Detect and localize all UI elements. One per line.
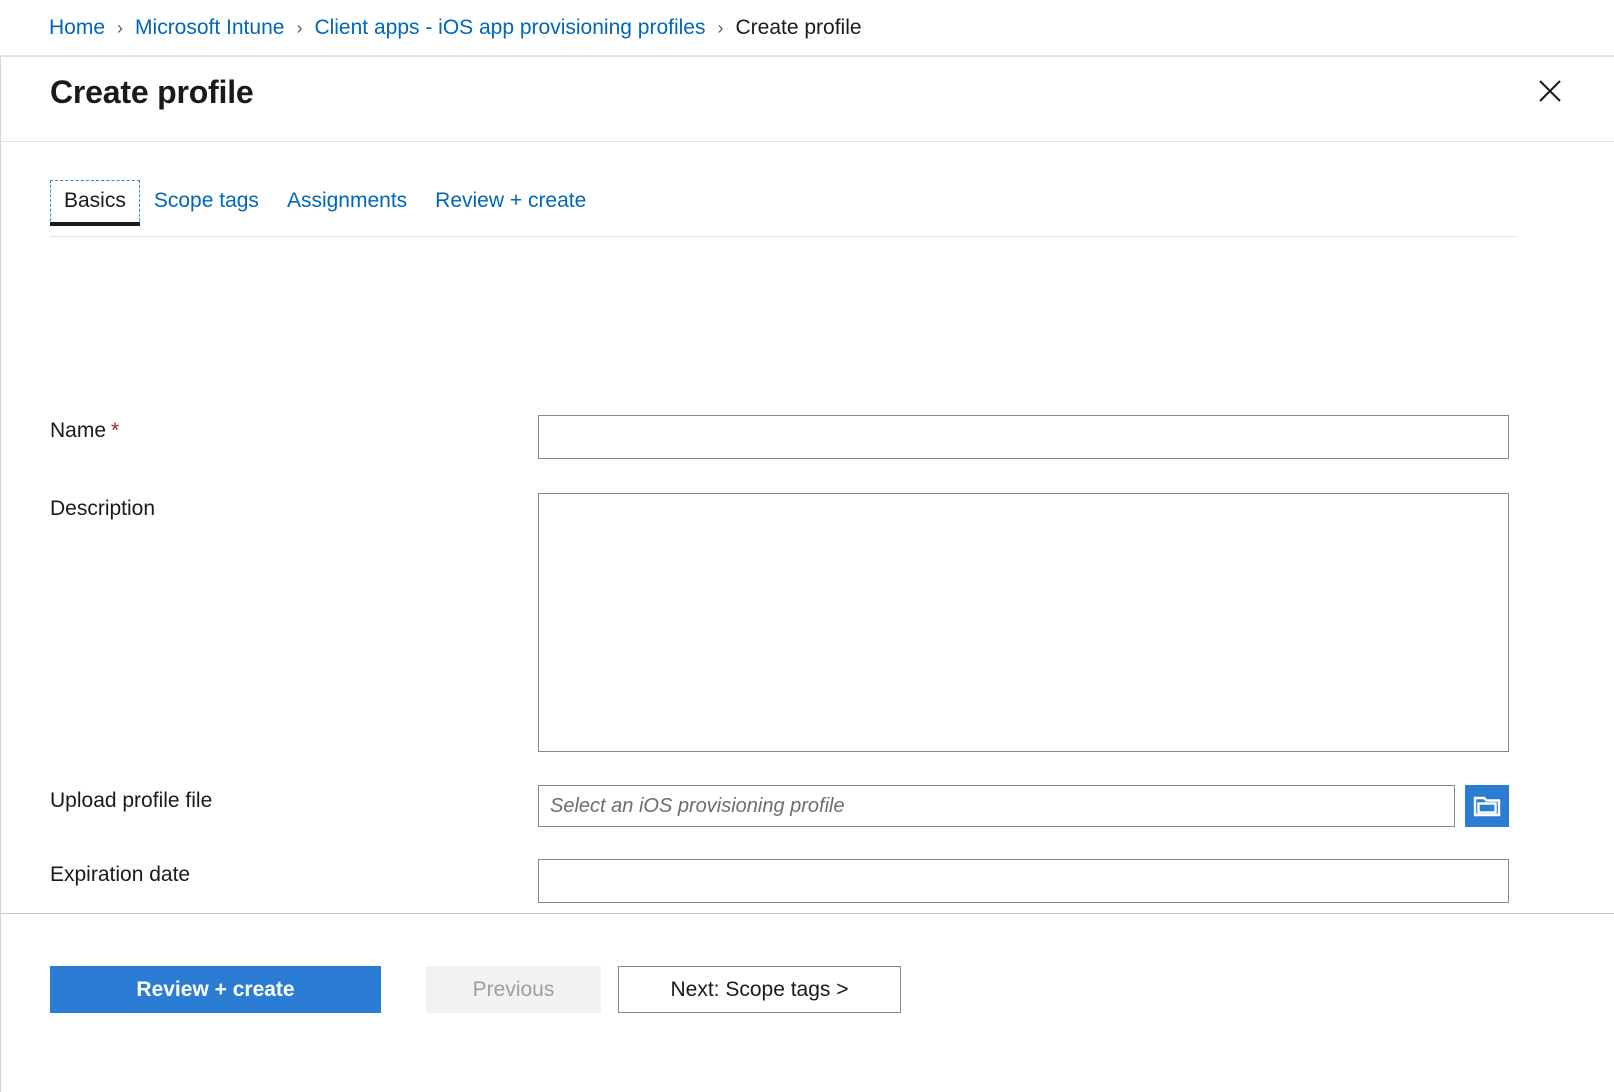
name-label-text: Name	[50, 419, 106, 442]
breadcrumb-item-create-profile: Create profile	[735, 17, 861, 38]
tab-scope-tags[interactable]: Scope tags	[140, 180, 273, 226]
breadcrumb-separator-icon: ›	[296, 19, 302, 37]
breadcrumb-separator-icon: ›	[717, 19, 723, 37]
review-create-button[interactable]: Review + create	[50, 966, 381, 1013]
breadcrumb-item-microsoft-intune[interactable]: Microsoft Intune	[135, 17, 284, 38]
folder-icon	[1473, 794, 1501, 818]
wizard-tabs: Basics Scope tags Assignments Review + c…	[50, 180, 1517, 237]
breadcrumb: Home › Microsoft Intune › Client apps - …	[0, 0, 1614, 56]
blade-header: Create profile	[1, 57, 1614, 142]
footer-button-group: Review + create Previous Next: Scope tag…	[50, 966, 901, 1013]
upload-profile-file-label: Upload profile file	[50, 789, 212, 813]
previous-button: Previous	[426, 966, 601, 1013]
tab-basics[interactable]: Basics	[50, 180, 140, 226]
page-title: Create profile	[50, 74, 253, 111]
create-profile-page: Home › Microsoft Intune › Client apps - …	[0, 0, 1614, 1092]
tab-review-create[interactable]: Review + create	[421, 180, 600, 226]
close-button[interactable]	[1530, 71, 1570, 111]
browse-file-button[interactable]	[1465, 785, 1509, 827]
breadcrumb-separator-icon: ›	[117, 19, 123, 37]
expiration-date-input[interactable]	[538, 859, 1509, 903]
blade-content: Basics Scope tags Assignments Review + c…	[1, 142, 1614, 942]
create-profile-blade: Create profile Basics Scope tags Assignm…	[0, 56, 1614, 1092]
name-label: Name*	[50, 419, 119, 443]
required-indicator: *	[111, 419, 119, 442]
breadcrumb-item-home[interactable]: Home	[49, 17, 105, 38]
expiration-date-label: Expiration date	[50, 863, 190, 887]
tab-assignments[interactable]: Assignments	[273, 180, 421, 226]
upload-profile-file-input[interactable]	[538, 785, 1455, 827]
name-input[interactable]	[538, 415, 1509, 459]
wizard-footer: Review + create Previous Next: Scope tag…	[1, 913, 1614, 1092]
breadcrumb-item-client-apps[interactable]: Client apps - iOS app provisioning profi…	[314, 17, 705, 38]
description-textarea[interactable]	[538, 493, 1509, 752]
next-scope-tags-button[interactable]: Next: Scope tags >	[618, 966, 901, 1013]
description-label: Description	[50, 497, 155, 521]
close-icon	[1537, 78, 1563, 104]
